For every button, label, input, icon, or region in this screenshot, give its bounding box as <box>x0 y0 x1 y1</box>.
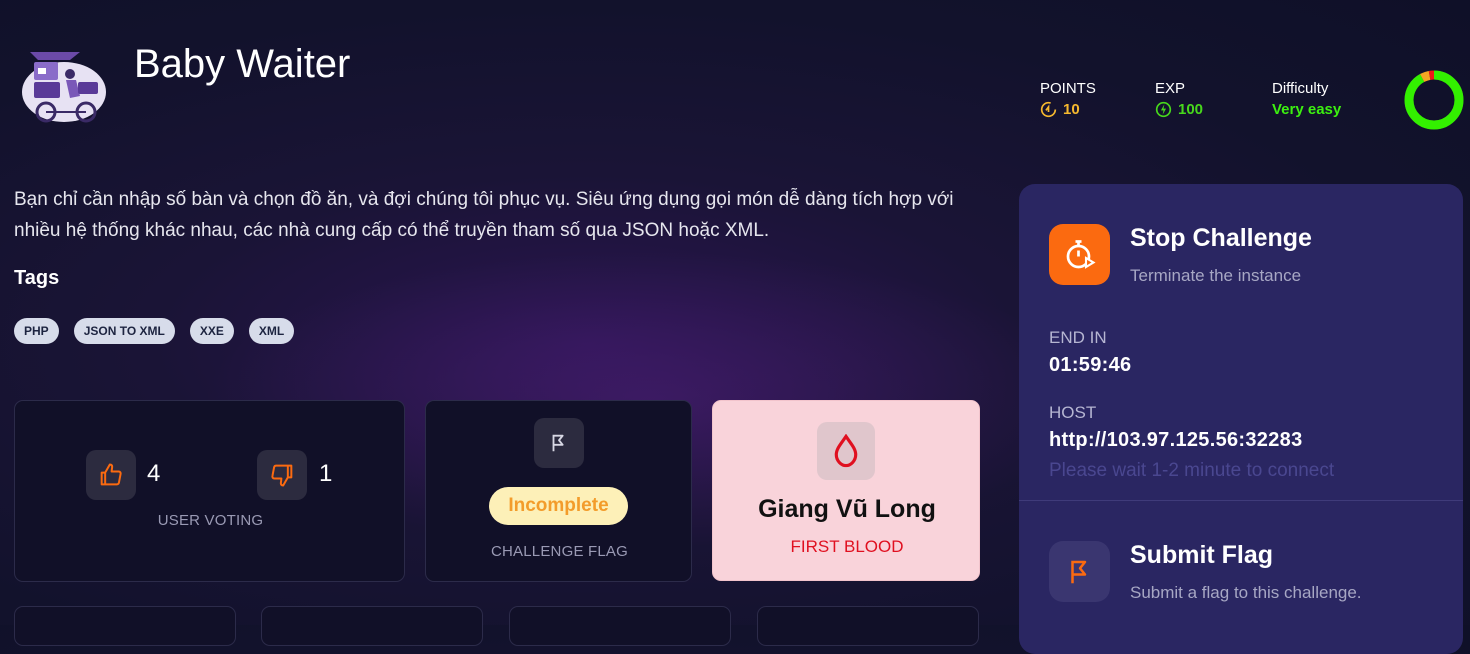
exp-icon <box>1155 101 1172 118</box>
points-stat: POINTS 10 <box>1040 80 1096 118</box>
user-voting-card: 4 1 USER VOTING <box>14 400 405 582</box>
dislike-button[interactable] <box>257 450 307 500</box>
points-value: 10 <box>1063 101 1080 118</box>
first-blood-card: Giang Vũ Long FIRST BLOOD <box>712 400 980 581</box>
host-hint: Please wait 1-2 minute to connect <box>1049 460 1335 481</box>
dislike-count: 1 <box>319 460 333 487</box>
thumbs-down-icon <box>271 464 293 487</box>
blood-drop-icon <box>834 434 858 468</box>
tag-php[interactable]: PHP <box>14 318 59 344</box>
end-in-countdown: 01:59:46 <box>1049 354 1132 376</box>
exp-label: EXP <box>1155 80 1186 97</box>
difficulty-stat: Difficulty Very easy <box>1272 80 1341 118</box>
info-card-3 <box>509 606 731 646</box>
flag-icon-box <box>534 418 584 468</box>
flag-icon <box>552 434 564 452</box>
first-blood-label: FIRST BLOOD <box>790 537 904 556</box>
thumbs-up-icon <box>100 463 122 486</box>
submit-flag-title[interactable]: Submit Flag <box>1130 541 1273 570</box>
difficulty-ring-green <box>1404 70 1464 130</box>
user-voting-label: USER VOTING <box>157 512 264 529</box>
host-url[interactable]: http://103.97.125.56:32283 <box>1049 429 1303 452</box>
exp-value: 100 <box>1178 101 1204 118</box>
stop-challenge-title[interactable]: Stop Challenge <box>1130 224 1312 253</box>
like-count: 4 <box>147 460 161 487</box>
panel-divider <box>1019 500 1463 501</box>
challenge-flag-label: CHALLENGE FLAG <box>490 543 628 560</box>
challenge-avatar <box>22 52 106 123</box>
stop-challenge-button[interactable] <box>1049 224 1110 285</box>
like-button[interactable] <box>86 450 136 500</box>
submit-flag-button[interactable] <box>1049 541 1110 602</box>
submit-flag-icon <box>1070 560 1086 583</box>
challenge-flag-card: Incomplete CHALLENGE FLAG <box>425 400 692 582</box>
points-icon <box>1040 101 1057 118</box>
exp-stat: EXP 100 <box>1155 80 1203 118</box>
instance-panel: Stop Challenge Terminate the instance EN… <box>1019 184 1463 654</box>
difficulty-value: Very easy <box>1272 101 1342 118</box>
challenge-description: Bạn chỉ cần nhập số bàn và chọn đồ ăn, v… <box>14 189 954 241</box>
tag-json-to-xml[interactable]: JSON TO XML <box>73 318 175 344</box>
info-card-4 <box>757 606 979 646</box>
difficulty-label: Difficulty <box>1272 80 1329 97</box>
difficulty-ring <box>1404 70 1464 130</box>
blood-icon-box <box>817 422 875 480</box>
stopwatch-icon <box>1066 239 1096 269</box>
tag-list: PHP JSON TO XML XXE XML <box>14 318 295 344</box>
submit-flag-subtitle: Submit a flag to this challenge. <box>1130 583 1362 602</box>
first-blood-name: Giang Vũ Long <box>758 495 936 523</box>
flag-status-badge: Incomplete <box>489 487 628 525</box>
tag-xxe[interactable]: XXE <box>189 318 234 344</box>
stop-challenge-subtitle: Terminate the instance <box>1130 266 1302 285</box>
challenge-title: Baby Waiter <box>134 42 351 86</box>
tag-xml[interactable]: XML <box>248 318 295 344</box>
info-card-2 <box>261 606 483 646</box>
points-label: POINTS <box>1040 80 1096 97</box>
end-in-label: END IN <box>1049 328 1107 347</box>
tags-heading: Tags <box>14 267 60 289</box>
info-card-1 <box>14 606 236 646</box>
host-label: HOST <box>1049 403 1097 422</box>
